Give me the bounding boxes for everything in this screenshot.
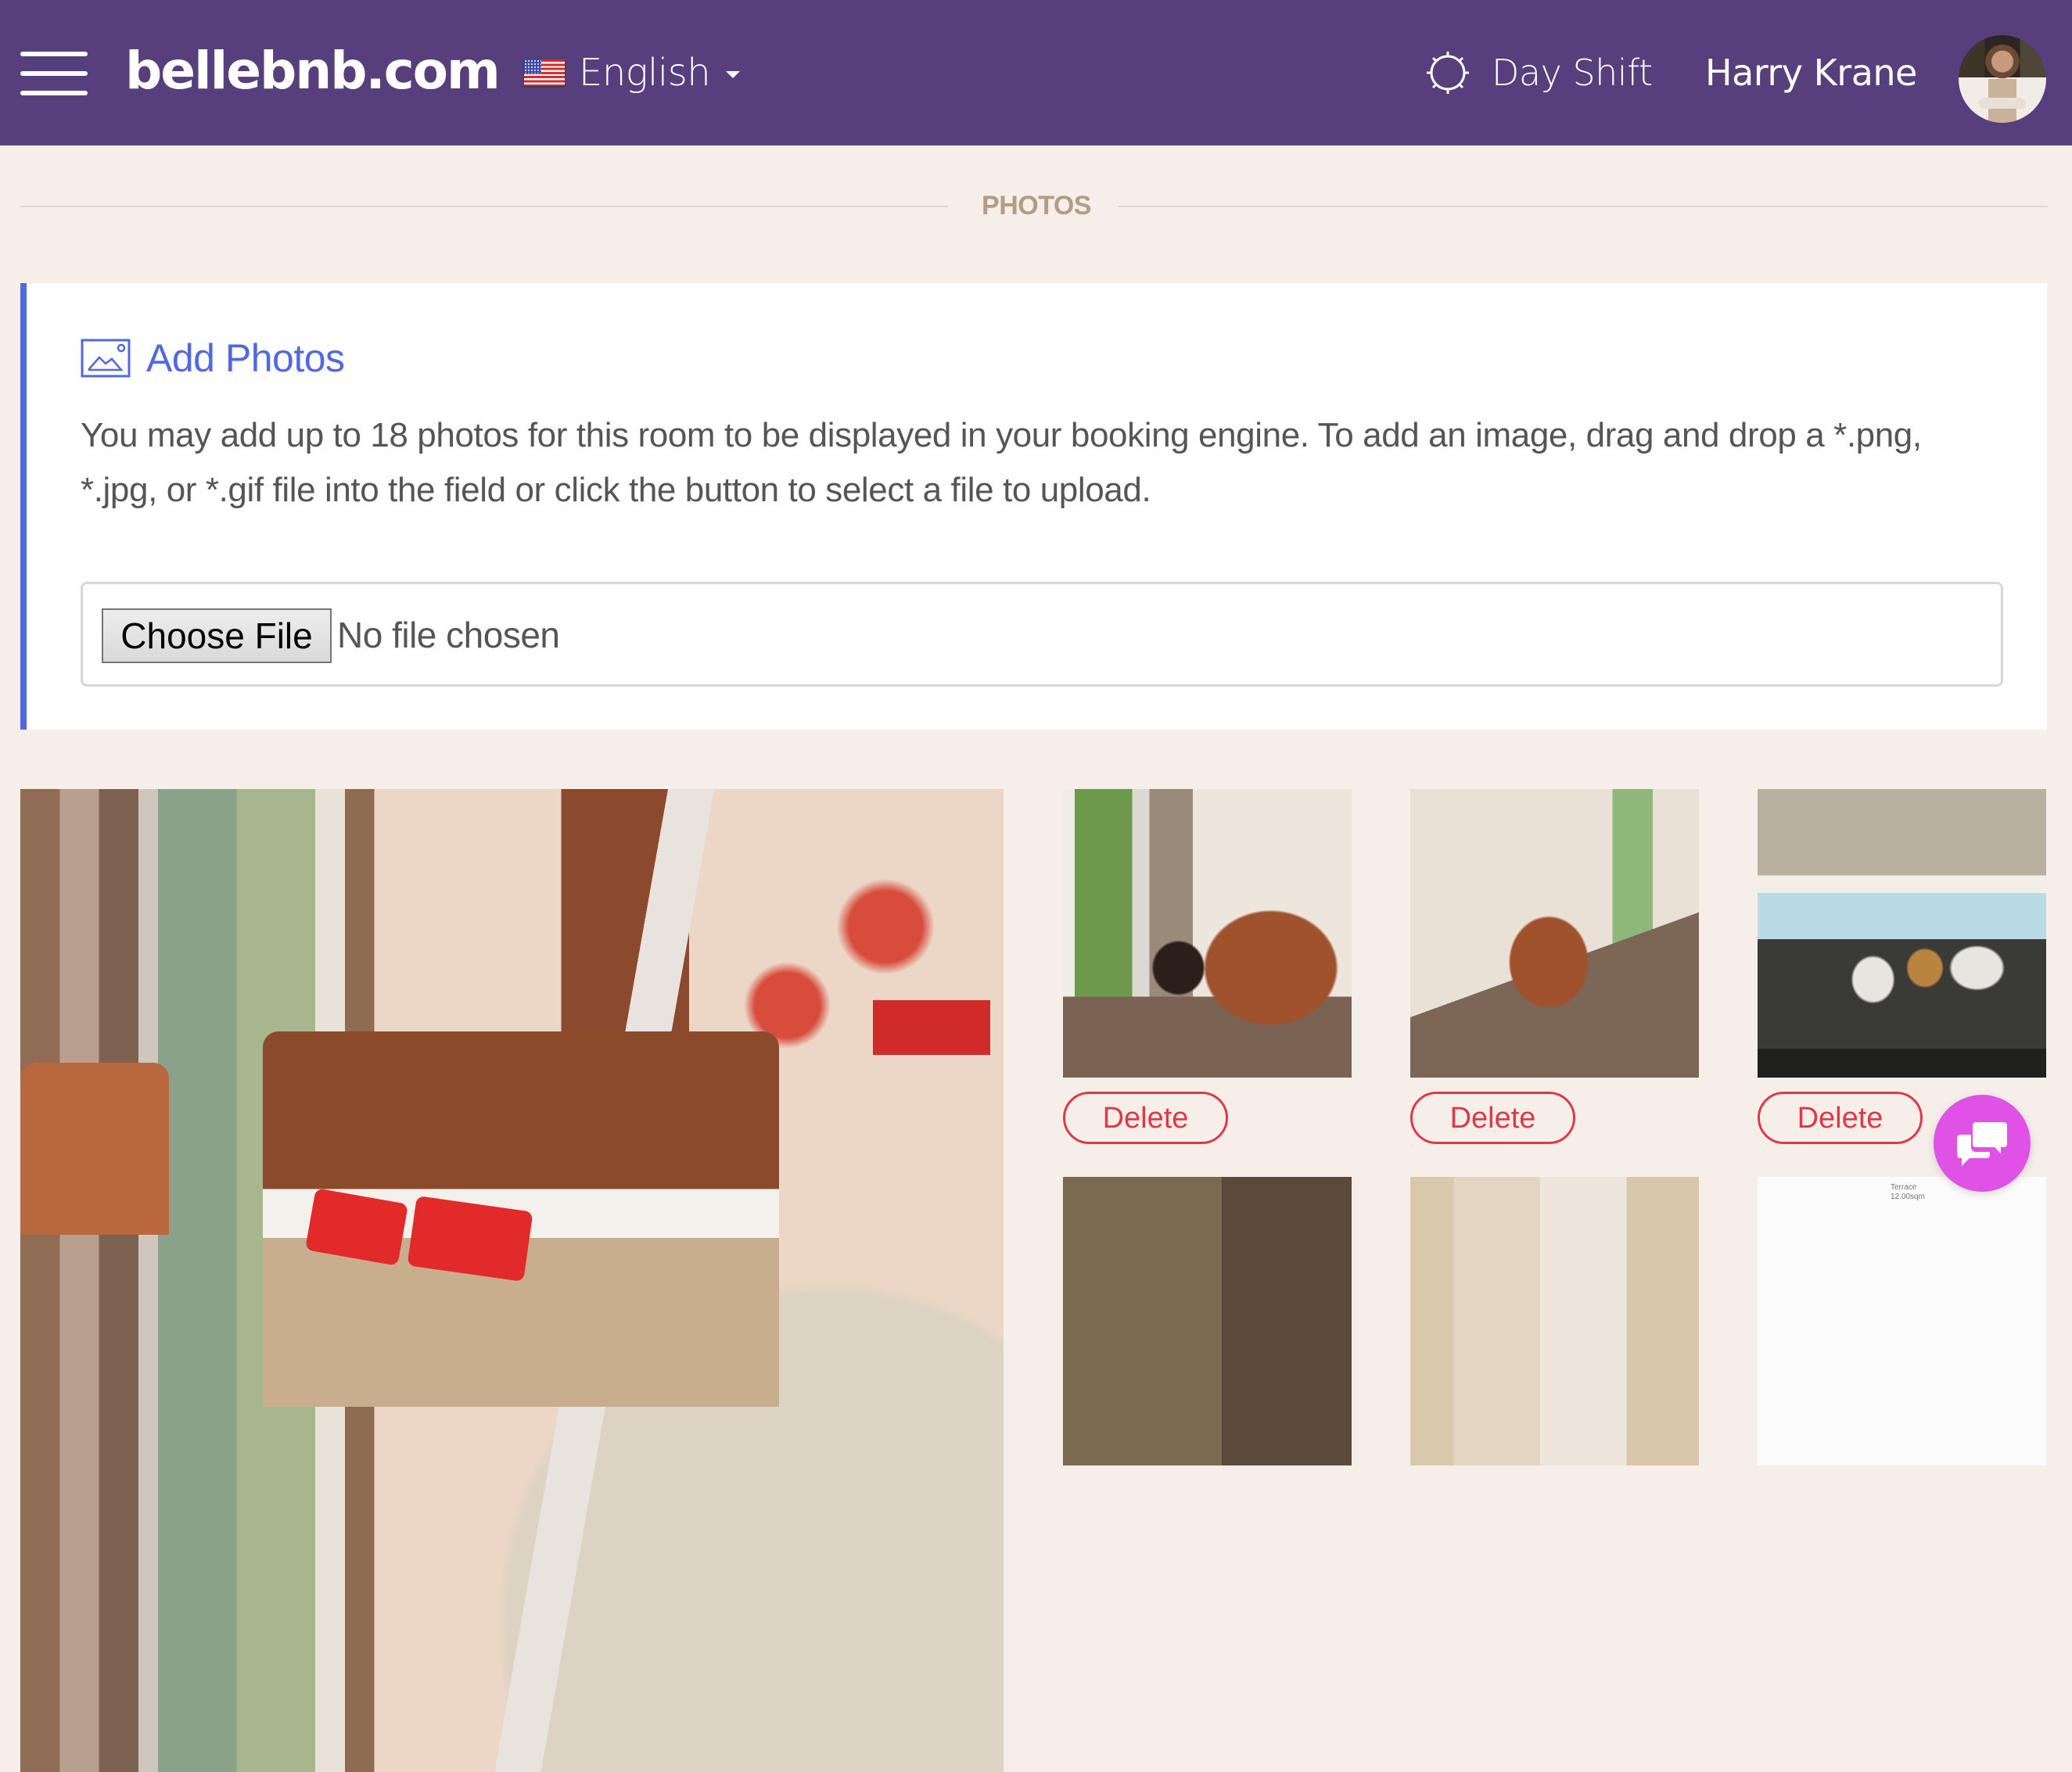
file-drop-zone[interactable]: Choose File No file chosen bbox=[81, 582, 2003, 687]
card-title: Add Photos bbox=[146, 336, 345, 380]
room-photo[interactable] bbox=[1758, 789, 2046, 1078]
shift-label: Day Shift bbox=[1492, 52, 1653, 94]
sun-icon bbox=[1427, 52, 1469, 94]
photo-detail bbox=[873, 1000, 990, 1055]
delete-photo-button[interactable]: Delete bbox=[1758, 1092, 1923, 1144]
card-description: You may add up to 18 photos for this roo… bbox=[81, 416, 1922, 509]
menu-line bbox=[20, 52, 88, 56]
floor-plan-label: Terrace 12.00sqm bbox=[1891, 1183, 1925, 1202]
floor-plan-area: 12.00sqm bbox=[1891, 1193, 1925, 1201]
menu-line bbox=[20, 71, 88, 76]
room-photo[interactable]: Terrace 12.00sqm bbox=[1758, 1177, 2046, 1465]
avatar-detail bbox=[1979, 98, 2026, 109]
section-title: PHOTOS bbox=[982, 191, 1091, 221]
add-photos-card: Add Photos You may add up to 18 photos f… bbox=[20, 283, 2047, 730]
choose-file-button[interactable]: Choose File bbox=[102, 608, 332, 663]
chevron-down-icon bbox=[726, 70, 741, 78]
user-avatar[interactable] bbox=[1959, 35, 2046, 123]
delete-photo-button[interactable]: Delete bbox=[1410, 1092, 1575, 1144]
room-photo[interactable] bbox=[1410, 789, 1699, 1078]
photo-detail bbox=[20, 1063, 169, 1235]
language-label: English bbox=[579, 51, 711, 95]
us-flag-icon bbox=[524, 59, 565, 86]
card-heading: Add Photos bbox=[81, 336, 345, 380]
user-name[interactable]: Harry Krane bbox=[1705, 44, 1917, 102]
room-photo[interactable] bbox=[1410, 1177, 1699, 1465]
room-photo[interactable] bbox=[1063, 1177, 1352, 1465]
chat-bubbles-icon bbox=[1957, 1122, 2007, 1166]
language-selector[interactable]: English bbox=[524, 44, 741, 102]
menu-line bbox=[20, 91, 88, 95]
file-status: No file chosen bbox=[337, 615, 560, 655]
top-navbar: bellebnb.com English Day Shift Harry Kra… bbox=[0, 0, 2072, 145]
image-icon bbox=[81, 339, 131, 378]
divider-line bbox=[20, 206, 948, 207]
hamburger-menu-icon[interactable] bbox=[20, 50, 88, 97]
delete-photo-button[interactable]: Delete bbox=[1063, 1092, 1228, 1144]
chat-button[interactable] bbox=[1934, 1095, 2031, 1192]
logo[interactable]: bellebnb.com bbox=[125, 36, 501, 106]
divider-line bbox=[1118, 206, 2047, 207]
room-photo[interactable] bbox=[1063, 789, 1352, 1078]
featured-photo[interactable] bbox=[20, 789, 1004, 1772]
floor-plan-room: Terrace bbox=[1891, 1183, 1917, 1192]
shift-toggle[interactable]: Day Shift bbox=[1425, 44, 1653, 102]
